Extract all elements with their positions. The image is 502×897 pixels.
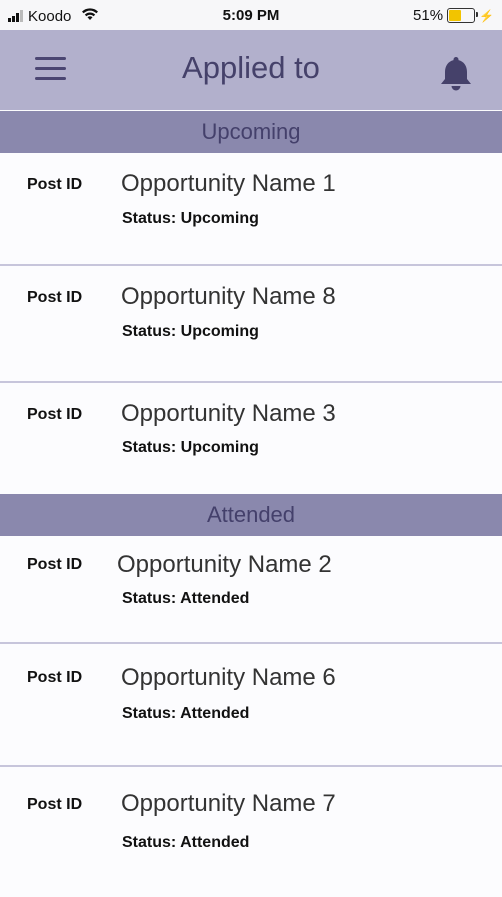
post-id-label: Post ID [27,796,83,813]
list-item[interactable]: Post ID Opportunity Name 7 Status: Atten… [0,767,502,897]
app-header: Applied to [0,30,502,110]
status-text: Status: Upcoming [122,210,259,227]
page-title: Applied to [182,50,320,85]
post-id-label: Post ID [27,669,83,686]
status-text: Status: Upcoming [122,323,259,340]
charging-icon: ⚡ [479,8,494,23]
opportunity-name: Opportunity Name 6 [121,664,336,691]
opportunity-name: Opportunity Name 3 [121,400,336,427]
list-item[interactable]: Post ID Opportunity Name 1 Status: Upcom… [0,153,502,266]
status-text: Status: Attended [122,834,250,851]
post-id-label: Post ID [27,289,83,306]
section-header-upcoming: Upcoming [0,111,502,153]
opportunity-name: Opportunity Name 2 [117,551,332,578]
status-bar: Koodo 5:09 PM 51% ⚡ [0,0,502,30]
status-text: Status: Attended [122,590,250,607]
post-id-label: Post ID [27,176,83,193]
opportunity-name: Opportunity Name 7 [121,790,336,817]
list-item[interactable]: Post ID Opportunity Name 8 Status: Upcom… [0,266,502,383]
section-header-attended: Attended [0,494,502,536]
battery-percent: 51% [413,7,444,24]
post-id-label: Post ID [27,406,83,423]
opportunity-name: Opportunity Name 1 [121,170,336,197]
status-bar-right: 51% ⚡ [413,7,494,24]
battery-icon [447,8,479,23]
post-id-label: Post ID [27,556,83,573]
list-item[interactable]: Post ID Opportunity Name 6 Status: Atten… [0,644,502,767]
bell-icon[interactable] [437,54,475,92]
list-item[interactable]: Post ID Opportunity Name 3 Status: Upcom… [0,383,502,494]
status-text: Status: Upcoming [122,439,259,456]
list-item[interactable]: Post ID Opportunity Name 2 Status: Atten… [0,536,502,644]
status-text: Status: Attended [122,705,250,722]
opportunity-name: Opportunity Name 8 [121,283,336,310]
